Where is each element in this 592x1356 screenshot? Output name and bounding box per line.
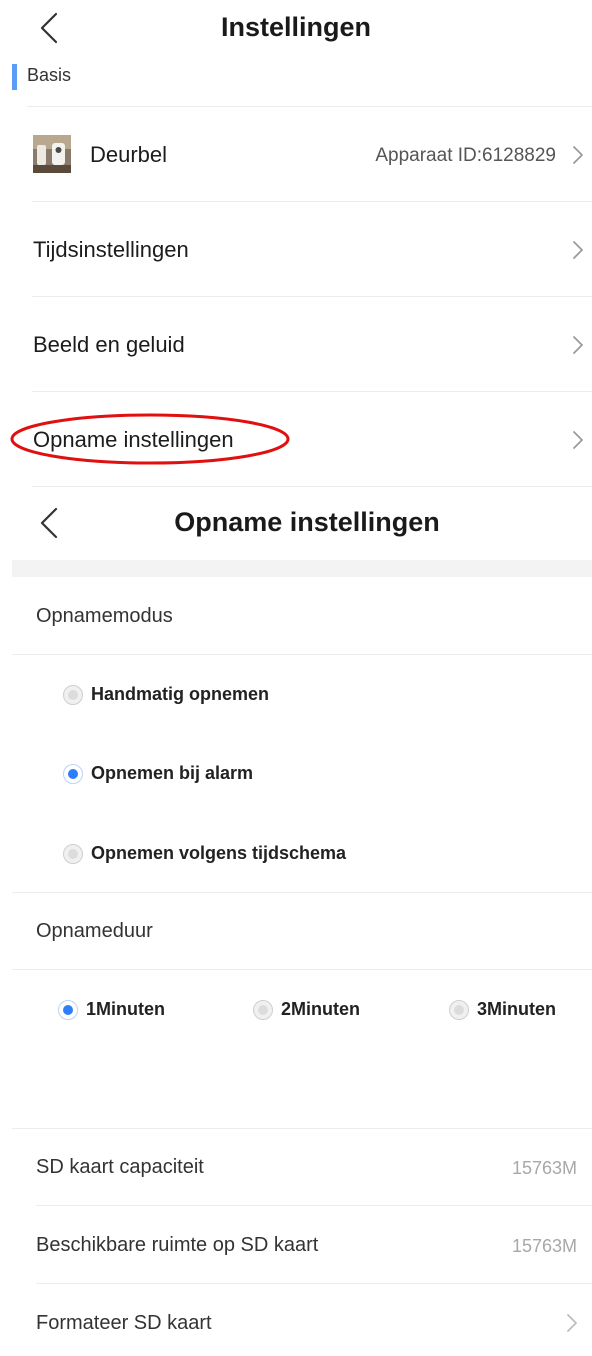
chevron-right-icon xyxy=(573,241,583,259)
radio-label: Opnemen bij alarm xyxy=(91,763,254,783)
device-thumbnail-icon xyxy=(33,135,71,173)
radio-button[interactable] xyxy=(63,844,83,864)
radio-button[interactable] xyxy=(253,1000,273,1020)
radio-button-selected[interactable] xyxy=(63,764,83,784)
divider xyxy=(12,969,592,970)
radio-button[interactable] xyxy=(449,1000,469,1020)
sd-free-row: Beschikbare ruimte op SD kaart 15763M xyxy=(0,1206,592,1283)
highlight-circle-annotation xyxy=(10,413,290,465)
sd-free-value: 15763M xyxy=(511,1236,577,1256)
radio-button-selected[interactable] xyxy=(58,1000,78,1020)
radio-option-3min[interactable]: 3Minuten xyxy=(441,985,586,1035)
recording-mode-header: Opnamemodus xyxy=(36,605,173,627)
format-sd-label: Formateer SD kaart xyxy=(36,1312,212,1334)
sd-capacity-value: 15763M xyxy=(511,1158,577,1178)
chevron-right-icon xyxy=(573,146,583,164)
section-accent-bar xyxy=(12,64,17,90)
page-title: Opname instellingen xyxy=(174,507,440,537)
chevron-right-icon xyxy=(573,431,583,449)
chevron-right-icon xyxy=(573,336,583,354)
recording-duration-header: Opnameduur xyxy=(36,920,153,942)
sd-free-label: Beschikbare ruimte op SD kaart xyxy=(36,1234,319,1256)
radio-label: 3Minuten xyxy=(477,999,556,1019)
menu-item-time-settings[interactable]: Tijdsinstellingen xyxy=(0,202,592,296)
section-label: Basis xyxy=(27,65,72,85)
radio-option-manual[interactable]: Handmatig opnemen xyxy=(50,670,530,720)
sd-capacity-label: SD kaart capaciteit xyxy=(36,1156,204,1178)
radio-option-alarm[interactable]: Opnemen bij alarm xyxy=(50,749,530,799)
radio-button[interactable] xyxy=(63,685,83,705)
radio-option-1min[interactable]: 1Minuten xyxy=(50,985,190,1035)
divider xyxy=(12,892,592,893)
radio-option-schedule[interactable]: Opnemen volgens tijdschema xyxy=(50,829,530,879)
device-id: Apparaat ID:6128829 xyxy=(375,145,556,166)
divider xyxy=(32,486,592,487)
divider xyxy=(12,654,592,655)
sd-capacity-row: SD kaart capaciteit 15763M xyxy=(0,1129,592,1205)
radio-option-2min[interactable]: 2Minuten xyxy=(245,985,385,1035)
format-sd-row[interactable]: Formateer SD kaart xyxy=(0,1284,592,1356)
radio-label: Handmatig opnemen xyxy=(91,684,270,704)
menu-item-label: Tijdsinstellingen xyxy=(33,237,189,262)
radio-label: 2Minuten xyxy=(281,999,360,1019)
page-title: Instellingen xyxy=(220,12,372,42)
section-spacer xyxy=(12,560,592,577)
device-row[interactable]: Deurbel Apparaat ID:6128829 xyxy=(0,107,592,201)
radio-label: 1Minuten xyxy=(86,999,165,1019)
device-name: Deurbel xyxy=(90,142,168,167)
radio-label: Opnemen volgens tijdschema xyxy=(91,843,347,863)
menu-item-label: Beeld en geluid xyxy=(33,332,185,357)
menu-item-image-sound[interactable]: Beeld en geluid xyxy=(0,297,592,391)
chevron-right-icon xyxy=(567,1314,577,1332)
